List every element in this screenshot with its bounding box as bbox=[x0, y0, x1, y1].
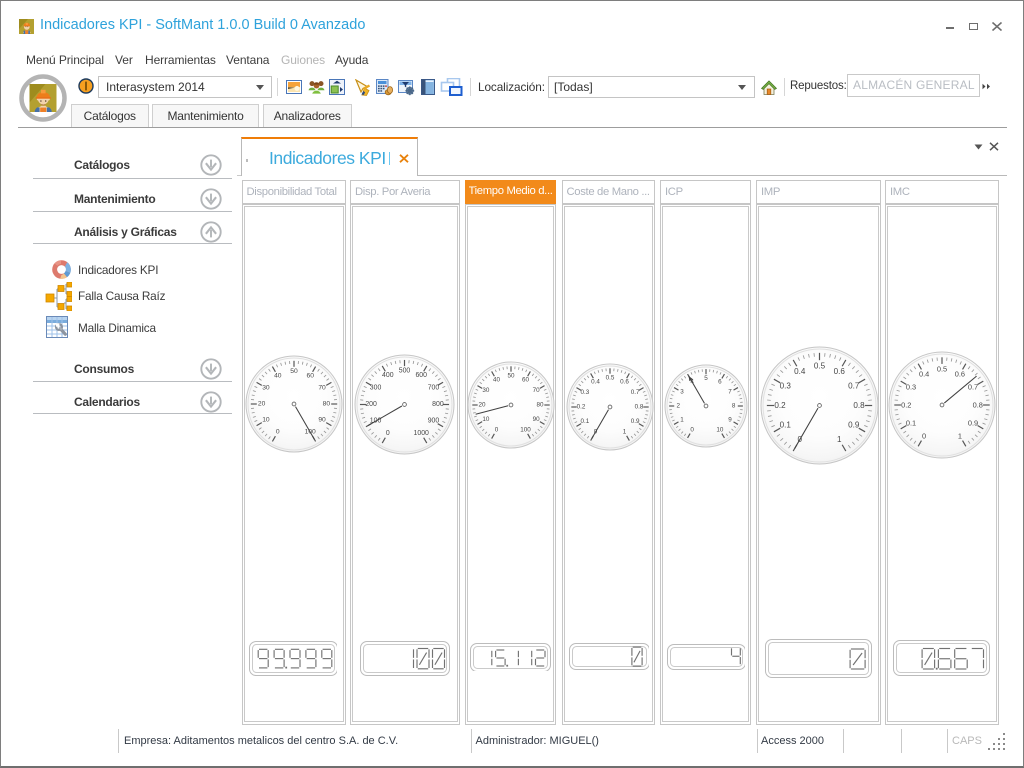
svg-text:10: 10 bbox=[262, 417, 270, 424]
svg-text:30: 30 bbox=[482, 387, 490, 394]
svg-text:0.8: 0.8 bbox=[973, 401, 983, 410]
svg-text:0.3: 0.3 bbox=[580, 388, 589, 395]
svg-text:800: 800 bbox=[432, 401, 444, 408]
svg-text:0.1: 0.1 bbox=[580, 418, 589, 425]
svg-text:0.9: 0.9 bbox=[848, 421, 860, 430]
svg-text:20: 20 bbox=[258, 401, 266, 408]
svg-text:100: 100 bbox=[520, 427, 531, 434]
svg-text:0.9: 0.9 bbox=[630, 418, 639, 425]
svg-text:6: 6 bbox=[718, 379, 722, 386]
svg-text:900: 900 bbox=[428, 417, 440, 424]
svg-text:0.9: 0.9 bbox=[968, 418, 978, 427]
svg-text:3: 3 bbox=[680, 389, 684, 396]
svg-text:0.6: 0.6 bbox=[833, 367, 845, 376]
svg-text:50: 50 bbox=[507, 372, 515, 379]
svg-text:0.6: 0.6 bbox=[955, 370, 965, 379]
svg-text:60: 60 bbox=[522, 376, 530, 383]
svg-text:0.5: 0.5 bbox=[813, 362, 825, 371]
svg-text:0.3: 0.3 bbox=[906, 383, 916, 392]
svg-text:400: 400 bbox=[382, 372, 394, 379]
svg-text:300: 300 bbox=[370, 384, 382, 391]
svg-text:2: 2 bbox=[677, 403, 681, 410]
svg-text:8: 8 bbox=[732, 403, 736, 410]
svg-text:1: 1 bbox=[680, 416, 684, 423]
svg-text:70: 70 bbox=[318, 384, 326, 391]
svg-text:0.1: 0.1 bbox=[779, 421, 791, 430]
svg-text:0.7: 0.7 bbox=[848, 381, 860, 390]
svg-text:0: 0 bbox=[922, 431, 926, 440]
svg-text:0.4: 0.4 bbox=[591, 378, 600, 385]
svg-text:0.6: 0.6 bbox=[620, 378, 629, 385]
svg-text:1: 1 bbox=[836, 435, 841, 444]
svg-text:20: 20 bbox=[478, 402, 486, 409]
svg-text:0.4: 0.4 bbox=[919, 370, 929, 379]
svg-text:0.2: 0.2 bbox=[774, 401, 786, 410]
svg-text:9: 9 bbox=[728, 416, 732, 423]
svg-text:0.2: 0.2 bbox=[576, 403, 585, 410]
svg-text:0.7: 0.7 bbox=[968, 383, 978, 392]
svg-text:0: 0 bbox=[276, 429, 280, 436]
svg-text:0.4: 0.4 bbox=[794, 367, 806, 376]
svg-text:90: 90 bbox=[318, 417, 326, 424]
svg-text:0.2: 0.2 bbox=[901, 401, 911, 410]
svg-text:70: 70 bbox=[533, 387, 541, 394]
svg-text:0.8: 0.8 bbox=[853, 401, 865, 410]
svg-text:1: 1 bbox=[958, 431, 962, 440]
svg-text:500: 500 bbox=[399, 367, 411, 374]
svg-text:0.1: 0.1 bbox=[906, 418, 916, 427]
svg-text:40: 40 bbox=[493, 376, 501, 383]
svg-text:200: 200 bbox=[365, 401, 377, 408]
svg-text:0.5: 0.5 bbox=[605, 374, 614, 381]
svg-text:90: 90 bbox=[533, 416, 541, 423]
svg-text:80: 80 bbox=[323, 401, 331, 408]
svg-text:10: 10 bbox=[482, 416, 490, 423]
svg-text:0.8: 0.8 bbox=[634, 403, 643, 410]
svg-text:80: 80 bbox=[537, 402, 545, 409]
svg-text:40: 40 bbox=[274, 372, 282, 379]
svg-text:7: 7 bbox=[728, 389, 732, 396]
svg-text:0.5: 0.5 bbox=[937, 365, 947, 374]
svg-text:600: 600 bbox=[415, 372, 427, 379]
svg-text:5: 5 bbox=[704, 375, 708, 382]
svg-text:10: 10 bbox=[716, 426, 724, 433]
svg-text:0: 0 bbox=[386, 429, 390, 436]
svg-text:1000: 1000 bbox=[414, 429, 429, 436]
svg-text:0: 0 bbox=[495, 427, 499, 434]
svg-text:1: 1 bbox=[622, 428, 626, 435]
svg-text:0: 0 bbox=[690, 426, 694, 433]
svg-text:50: 50 bbox=[290, 368, 298, 375]
svg-text:0.3: 0.3 bbox=[779, 381, 791, 390]
svg-text:30: 30 bbox=[262, 384, 270, 391]
svg-text:0.7: 0.7 bbox=[630, 388, 639, 395]
svg-text:60: 60 bbox=[306, 372, 314, 379]
svg-text:700: 700 bbox=[428, 384, 440, 391]
